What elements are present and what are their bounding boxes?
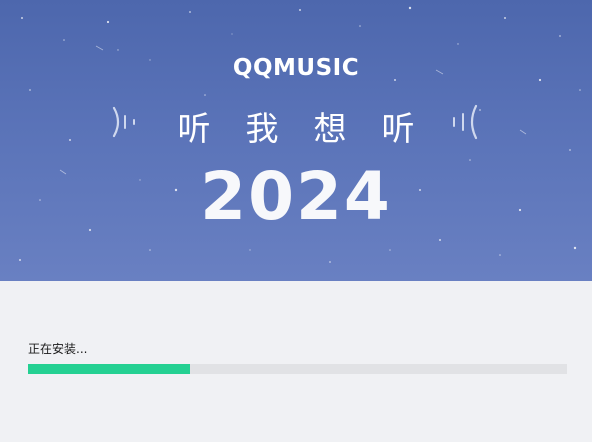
year-text: 2024	[200, 158, 392, 235]
qqmusic-logo: QQMUSIC	[232, 55, 360, 81]
install-progress-fill	[28, 364, 190, 374]
install-status-text: 正在安装...	[28, 342, 88, 356]
slogan-text: 听我想听	[177, 109, 450, 148]
installer-window: QQMUSIC 听我想听 2024 正在安装...	[0, 0, 592, 442]
slogan-row: 听我想听	[0, 100, 592, 148]
promo-banner: QQMUSIC 听我想听 2024	[0, 0, 592, 281]
install-progress-bar	[28, 364, 567, 374]
sound-wave-icon	[453, 104, 478, 140]
